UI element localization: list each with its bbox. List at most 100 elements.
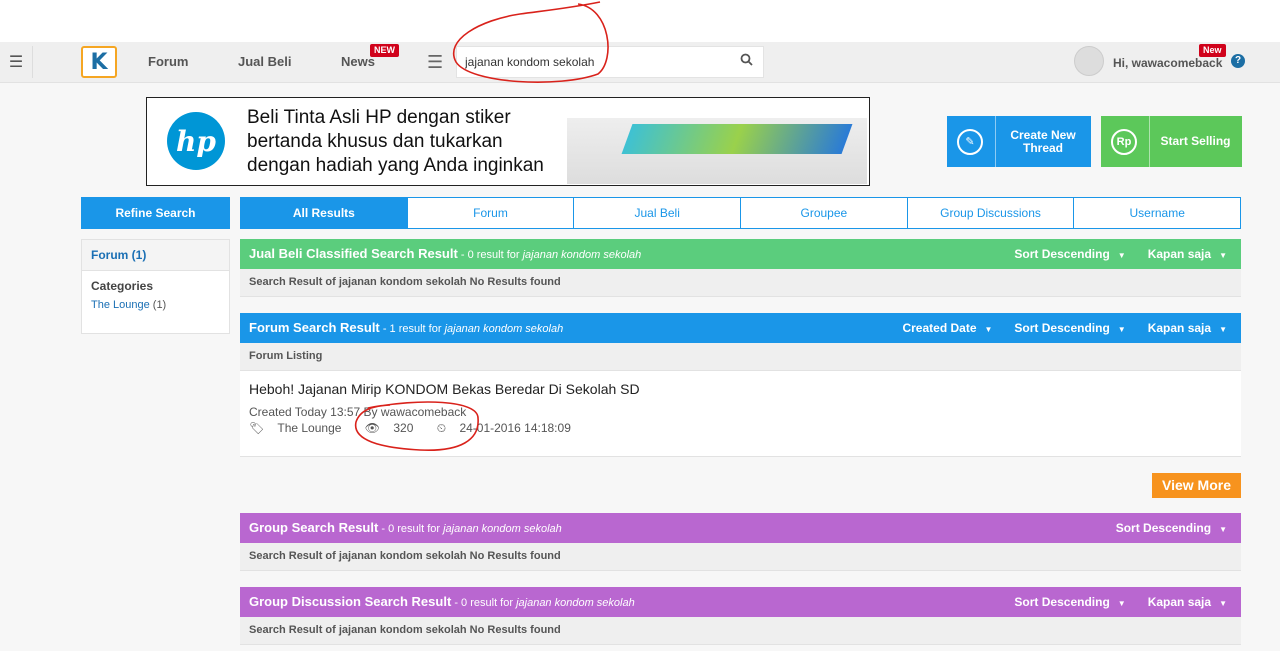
- ad-line: bertanda khusus dan tukarkan: [247, 131, 503, 152]
- sidebar-item-forum[interactable]: Forum (1): [82, 240, 229, 271]
- chevron-down-icon: ▼: [1219, 251, 1227, 260]
- time-dropdown[interactable]: Kapan saja ▼: [1140, 313, 1241, 343]
- start-selling-label: Start Selling: [1160, 134, 1231, 148]
- time-dropdown[interactable]: Kapan saja ▼: [1140, 587, 1241, 617]
- refine-search-button[interactable]: Refine Search: [81, 197, 230, 229]
- section-title: Group Discussion Search Result: [249, 594, 452, 609]
- section-title: Jual Beli Classified Search Result: [249, 246, 458, 261]
- section-count: - 0 result for: [378, 523, 444, 535]
- ad-line: dengan hadiah yang Anda inginkan: [247, 155, 544, 176]
- sort-dropdown[interactable]: Sort Descending ▼: [1006, 587, 1139, 617]
- tab-groupee[interactable]: Groupee: [741, 197, 908, 229]
- avatar[interactable]: [1074, 46, 1104, 76]
- tab-forum[interactable]: Forum: [407, 197, 575, 229]
- time-label: Kapan saja: [1147, 321, 1212, 335]
- section-count: - 0 result for: [457, 249, 523, 261]
- section-query: jajanan kondom sekolah: [444, 323, 564, 335]
- view-count: 👁 320: [365, 421, 424, 435]
- create-thread-button[interactable]: ✎ Create New Thread: [947, 116, 1091, 167]
- chevron-down-icon: ▼: [1117, 251, 1126, 260]
- user-new-badge: New: [1199, 44, 1226, 57]
- sort-dropdown[interactable]: Sort Descending ▼: [1108, 513, 1241, 543]
- tab-username[interactable]: Username: [1074, 197, 1242, 229]
- button-divider: [995, 116, 996, 167]
- channel-menu-icon[interactable]: ☰: [427, 52, 443, 73]
- categories-heading: Categories: [91, 279, 154, 293]
- search-input[interactable]: [465, 47, 725, 77]
- section-query: jajanan kondom sekolah: [516, 597, 635, 609]
- ad-line: Beli Tinta Asli HP dengan stiker: [247, 107, 511, 128]
- sort-controls: Sort Descending ▼: [1108, 513, 1241, 543]
- news-new-badge: NEW: [370, 44, 399, 57]
- jualbeli-section-header: Jual Beli Classified Search Result - 0 r…: [240, 239, 1241, 269]
- jualbeli-no-results: Search Result of jajanan kondom sekolah …: [240, 269, 1241, 297]
- time-label: Kapan saja: [1147, 595, 1212, 609]
- tab-all-results[interactable]: All Results: [240, 197, 408, 229]
- created-date-label: Created Date: [902, 321, 977, 335]
- sort-dropdown[interactable]: Sort Descending ▼: [1006, 239, 1139, 269]
- sort-label: Sort Descending: [1014, 247, 1110, 261]
- group-section-header: Group Search Result - 0 result for jajan…: [240, 513, 1241, 543]
- thread-title-link[interactable]: Heboh! Jajanan Mirip KONDOM Bekas Bereda…: [249, 381, 1232, 397]
- search-icon[interactable]: [740, 53, 753, 69]
- chevron-down-icon: ▼: [1219, 525, 1227, 534]
- group-discussion-section-header: Group Discussion Search Result - 0 resul…: [240, 587, 1241, 617]
- forum-listing-label: Forum Listing: [240, 343, 1241, 371]
- chevron-down-icon: ▼: [1117, 325, 1126, 334]
- view-more-button[interactable]: View More: [1152, 473, 1241, 498]
- user-greeting[interactable]: Hi, wawacomeback: [1113, 56, 1222, 70]
- nav-jual-beli[interactable]: Jual Beli: [238, 54, 291, 69]
- sort-label: Sort Descending: [1115, 521, 1212, 535]
- group-discussion-no-results: Search Result of jajanan kondom sekolah …: [240, 617, 1241, 645]
- sort-label: Sort Descending: [1014, 595, 1110, 609]
- chevron-down-icon: ▼: [1219, 599, 1227, 608]
- group-no-results: Search Result of jajanan kondom sekolah …: [240, 543, 1241, 571]
- category-label: The Lounge: [277, 421, 342, 435]
- section-count: - 0 result for: [451, 597, 517, 609]
- start-selling-button[interactable]: Rp Start Selling: [1101, 116, 1242, 167]
- time-dropdown[interactable]: Kapan saja ▼: [1140, 239, 1241, 269]
- created-time: Created Today 13:57: [249, 405, 361, 419]
- last-post-value: 24-01-2016 14:18:09: [459, 421, 571, 435]
- tab-jual-beli[interactable]: Jual Beli: [574, 197, 742, 229]
- ad-banner[interactable]: hp Beli Tinta Asli HP dengan stiker bert…: [146, 97, 870, 186]
- section-query: jajanan kondom sekolah: [522, 249, 642, 261]
- nav-forum[interactable]: Forum: [148, 54, 188, 69]
- hamburger-icon[interactable]: ☰: [0, 46, 33, 78]
- lounge-label[interactable]: The Lounge: [91, 299, 150, 311]
- sort-controls: Created Date ▼ Sort Descending ▼ Kapan saj…: [894, 313, 1241, 343]
- sort-dropdown[interactable]: Sort Descending ▼: [1006, 313, 1139, 343]
- created-date-dropdown[interactable]: Created Date ▼: [894, 313, 1006, 343]
- search-box: [456, 46, 764, 78]
- section-query: jajanan kondom sekolah: [443, 523, 562, 535]
- tab-group-discussions[interactable]: Group Discussions: [907, 197, 1075, 229]
- help-icon[interactable]: ?: [1231, 54, 1245, 68]
- hp-logo: hp: [167, 112, 225, 170]
- rupiah-icon: Rp: [1111, 129, 1137, 155]
- clock-icon: ⏲: [436, 421, 447, 435]
- last-post-time: ⏲ 24-01-2016 14:18:09: [437, 421, 581, 435]
- chevron-down-icon: ▼: [1117, 599, 1126, 608]
- navbar: ☰ K Forum Jual Beli News NEW ☰ Hi, wawac…: [0, 42, 1280, 83]
- forum-section-header: Forum Search Result - 1 result for jajan…: [240, 313, 1241, 343]
- author-link[interactable]: By wawacomeback: [364, 405, 467, 419]
- section-count: - 1 result for: [379, 323, 445, 335]
- result-tabs: All Results Forum Jual Beli Groupee Grou…: [240, 197, 1242, 229]
- sidebar-item-lounge[interactable]: The Lounge (1): [82, 293, 229, 317]
- section-title: Forum Search Result: [249, 320, 380, 335]
- thread-tags: 🏷 The Lounge 👁 320 ⏲ 24-01-2016 14:18:09: [249, 420, 1232, 437]
- chevron-down-icon: ▼: [1219, 325, 1227, 334]
- sort-controls: Sort Descending ▼ Kapan saja ▼: [1006, 587, 1241, 617]
- list-item: Heboh! Jajanan Mirip KONDOM Bekas Bereda…: [240, 371, 1241, 457]
- button-divider: [1149, 116, 1150, 167]
- kaskus-logo[interactable]: K: [81, 46, 117, 78]
- lounge-count: (1): [152, 299, 167, 311]
- category-tag[interactable]: 🏷 The Lounge: [249, 421, 351, 435]
- tag-icon: 🏷: [249, 421, 265, 435]
- eye-icon: 👁: [364, 421, 380, 435]
- ad-text: Beli Tinta Asli HP dengan stiker bertand…: [247, 106, 544, 178]
- create-thread-label: Create New Thread: [1010, 127, 1076, 155]
- pencil-icon: ✎: [957, 129, 983, 155]
- sort-label: Sort Descending: [1014, 321, 1110, 335]
- top-margin: [0, 0, 1280, 42]
